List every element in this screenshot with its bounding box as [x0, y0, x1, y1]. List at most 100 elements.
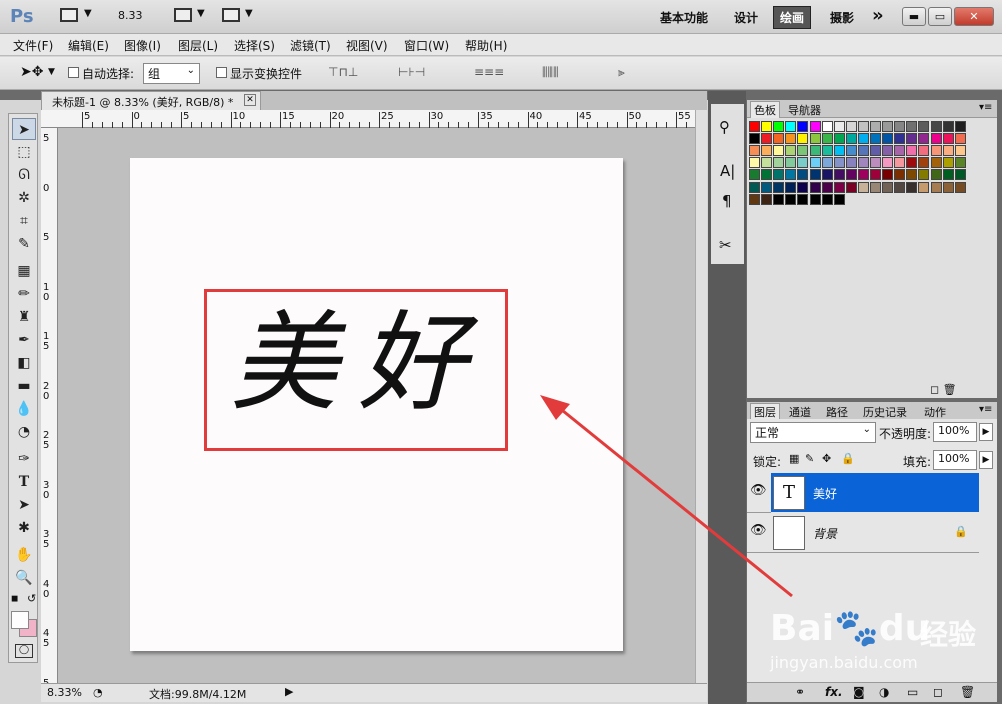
color-swatch[interactable] [930, 169, 942, 181]
screen-mode-icon[interactable] [222, 8, 240, 22]
color-swatch[interactable] [773, 181, 785, 193]
fx-icon[interactable]: fx. [825, 685, 843, 699]
color-swatch[interactable] [785, 121, 797, 132]
color-swatch[interactable] [857, 145, 869, 157]
document-tab[interactable]: 未标题-1 @ 8.33% (美好, RGB/8) * ✕ [41, 91, 261, 110]
align-left-icon[interactable]: ⊢⊦⊣ [398, 65, 425, 79]
hand-tool-icon[interactable]: ✋ [12, 544, 36, 566]
shape-tool-icon[interactable]: ✱ [12, 517, 36, 539]
pen-tool-icon[interactable]: ✑ [12, 448, 36, 470]
color-swatch[interactable] [857, 181, 869, 193]
arrange-icon[interactable] [174, 8, 192, 22]
color-swatch[interactable] [845, 145, 857, 157]
color-swatch[interactable] [797, 193, 809, 205]
move-tool-icon[interactable]: ➤✥ [20, 64, 43, 80]
menu-select[interactable]: 选择(S) [234, 37, 275, 54]
color-swatch[interactable] [870, 157, 881, 169]
zoom-display[interactable]: 8.33 [118, 9, 143, 22]
color-swatch[interactable] [821, 121, 833, 132]
maximize-button[interactable]: ▭ [928, 7, 952, 26]
new-group-icon[interactable]: ▭ [907, 685, 918, 699]
color-swatch[interactable] [749, 169, 760, 181]
color-swatch[interactable] [918, 121, 930, 132]
new-swatch-icon[interactable]: ◻ [930, 383, 939, 396]
color-swatch[interactable] [870, 145, 881, 157]
tab-channels[interactable]: 通道 [786, 404, 814, 420]
lock-all-icon[interactable]: 🔒 [841, 452, 855, 465]
color-swatch[interactable] [906, 133, 918, 145]
panel-menu-icon[interactable]: ▾≡ [979, 102, 992, 113]
color-swatch[interactable] [797, 133, 809, 145]
color-swatch[interactable] [930, 157, 942, 169]
dodge-tool-icon[interactable]: ◔ [12, 421, 36, 443]
color-swatch[interactable] [845, 157, 857, 169]
eye-icon[interactable]: 👁 [750, 483, 767, 499]
default-colors-icon[interactable]: ◼ [11, 594, 18, 604]
color-swatch[interactable] [857, 157, 869, 169]
color-swatch[interactable] [833, 181, 845, 193]
quick-mask-icon[interactable]: ◯ [15, 644, 33, 658]
eye-icon[interactable]: 👁 [750, 523, 767, 539]
color-swatch[interactable] [773, 169, 785, 181]
paragraph-panel-icon[interactable]: ¶ [722, 192, 732, 210]
character-panel-icon[interactable]: A| [720, 162, 735, 180]
color-swatch[interactable] [942, 169, 954, 181]
color-swatch[interactable] [882, 133, 894, 145]
film-icon[interactable] [60, 8, 78, 22]
color-swatch[interactable] [870, 169, 881, 181]
color-swatch[interactable] [785, 181, 797, 193]
color-swatch[interactable] [882, 121, 894, 132]
color-swatch[interactable] [882, 145, 894, 157]
menu-layer[interactable]: 图层(L) [178, 37, 218, 54]
trash-icon[interactable]: 🗑 [960, 685, 975, 699]
more-workspaces-icon[interactable]: » [872, 5, 884, 26]
marquee-tool-icon[interactable]: ⬚ [12, 141, 36, 163]
color-swatch[interactable] [773, 157, 785, 169]
show-transform-checkbox[interactable] [216, 67, 227, 78]
color-swatch[interactable] [785, 157, 797, 169]
chevron-down-icon[interactable]: ▼ [84, 8, 92, 19]
menu-help[interactable]: 帮助(H) [465, 37, 507, 54]
color-swatch[interactable] [809, 169, 821, 181]
workspace-basic[interactable]: 基本功能 [660, 9, 708, 26]
color-swatch[interactable] [882, 169, 894, 181]
color-swatch[interactable] [906, 181, 918, 193]
color-swatch[interactable] [821, 181, 833, 193]
color-swatch[interactable] [821, 157, 833, 169]
status-zoom[interactable]: 8.33% [47, 686, 82, 699]
color-swatch[interactable] [930, 145, 942, 157]
color-swatch[interactable] [761, 121, 773, 132]
menu-image[interactable]: 图像(I) [124, 37, 161, 54]
color-swatch[interactable] [918, 169, 930, 181]
color-swatch[interactable] [761, 181, 773, 193]
color-swatch[interactable] [894, 181, 906, 193]
color-swatch[interactable] [894, 145, 906, 157]
color-swatch[interactable] [930, 181, 942, 193]
swap-colors-icon[interactable]: ↺ [27, 592, 36, 605]
brush-tool-icon[interactable]: ✏ [12, 283, 36, 305]
color-swatch[interactable] [809, 193, 821, 205]
color-swatch[interactable] [954, 157, 966, 169]
color-swatch[interactable] [833, 193, 845, 205]
color-swatch[interactable] [797, 121, 809, 132]
color-swatch[interactable] [870, 121, 881, 132]
lock-position-icon[interactable]: ✥ [822, 452, 831, 465]
color-swatch[interactable] [906, 157, 918, 169]
magic-wand-icon[interactable]: ✲ [12, 187, 36, 209]
link-layers-icon[interactable]: ⚭ [795, 685, 805, 699]
color-swatch[interactable] [761, 169, 773, 181]
minimize-button[interactable]: ▬ [902, 7, 926, 26]
color-swatch[interactable] [954, 133, 966, 145]
menu-edit[interactable]: 编辑(E) [68, 37, 109, 54]
status-menu-arrow-icon[interactable]: ▶ [285, 685, 293, 698]
tab-layers[interactable]: 图层 [750, 403, 780, 420]
menu-view[interactable]: 视图(V) [346, 37, 388, 54]
chevron-down-icon[interactable]: ▼ [48, 67, 55, 77]
color-swatch[interactable] [821, 193, 833, 205]
layer-row-text[interactable]: 👁 [747, 473, 771, 513]
close-icon[interactable]: ✕ [244, 94, 256, 106]
color-swatch[interactable] [833, 133, 845, 145]
color-swatch[interactable] [773, 133, 785, 145]
color-swatch[interactable] [918, 157, 930, 169]
color-swatch[interactable] [797, 145, 809, 157]
